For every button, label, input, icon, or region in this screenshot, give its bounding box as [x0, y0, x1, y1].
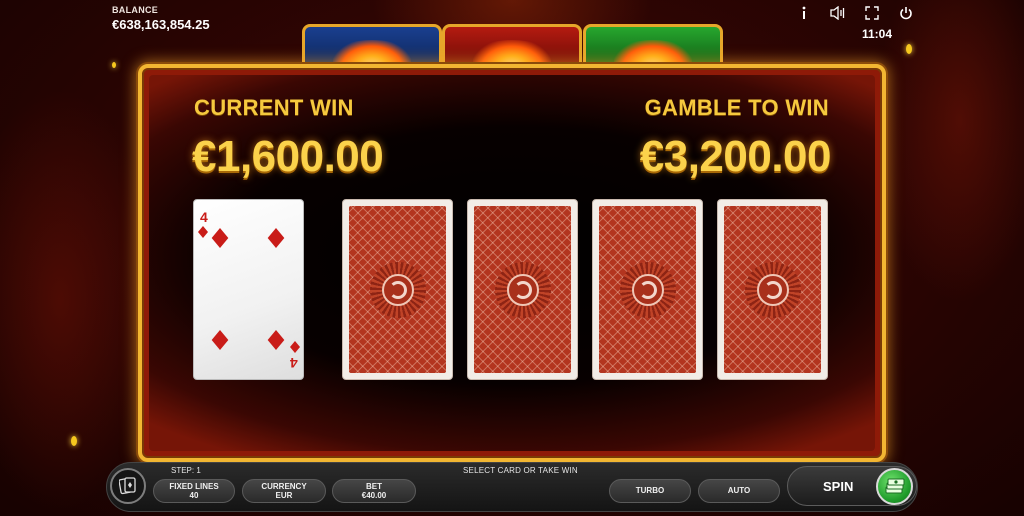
card-logo-icon — [369, 261, 426, 318]
gamble-to-win-value: €3,200.00 — [639, 132, 832, 181]
spark-particle — [112, 62, 116, 68]
spark-particle — [71, 436, 77, 446]
tab-blue-suit[interactable] — [302, 24, 442, 68]
info-icon[interactable] — [796, 5, 812, 21]
step-indicator: STEP: 1 — [171, 466, 201, 475]
fullscreen-icon[interactable] — [864, 5, 880, 21]
cards-menu-icon — [119, 477, 136, 495]
diamond-icon — [267, 330, 285, 350]
collect-win-button[interactable] — [876, 468, 913, 505]
bet-label: BET — [366, 481, 382, 491]
card-logo-icon — [619, 261, 676, 318]
turbo-button[interactable]: TURBO — [609, 479, 691, 503]
tab-red-suit[interactable] — [442, 24, 582, 68]
cash-stack-icon — [885, 478, 904, 493]
fixed-lines-value: 40 — [189, 491, 199, 500]
card-rank-top: 4 — [200, 209, 208, 225]
tab-green-suit[interactable] — [583, 24, 723, 68]
menu-button[interactable] — [110, 468, 146, 504]
balance-value: €638,163,854.25 — [112, 17, 210, 32]
current-win-value: €1,600.00 — [192, 132, 384, 181]
gamble-to-win-label: GAMBLE TO WIN — [644, 95, 829, 120]
current-win-label: CURRENT WIN — [194, 95, 354, 120]
dealer-card: 4 4 — [193, 199, 304, 380]
sound-icon[interactable] — [830, 5, 846, 21]
spark-particle — [906, 44, 912, 54]
instruction-text: SELECT CARD OR TAKE WIN — [463, 466, 578, 475]
card-back-pattern — [349, 206, 446, 373]
auto-button[interactable]: AUTO — [698, 479, 780, 503]
diamond-icon — [290, 341, 300, 353]
card-logo-icon — [494, 261, 551, 318]
diamond-icon — [267, 228, 285, 248]
fixed-lines-display: FIXED LINES 40 — [153, 479, 235, 503]
fixed-lines-label: FIXED LINES — [169, 481, 219, 491]
top-toolbar — [796, 5, 914, 21]
spin-label: SPIN — [823, 479, 854, 494]
balance-display: BALANCE €638,163,854.25 — [112, 5, 210, 32]
card-back-pattern — [599, 206, 696, 373]
face-down-card-2[interactable] — [467, 199, 578, 380]
diamond-icon — [211, 228, 229, 248]
bet-value: €40.00 — [361, 491, 387, 500]
card-rank-bottom: 4 — [290, 355, 298, 371]
turbo-label: TURBO — [635, 486, 665, 496]
card-back-pattern — [474, 206, 571, 373]
face-down-card-3[interactable] — [592, 199, 703, 380]
currency-label: CURRENCY — [261, 481, 307, 491]
card-logo-icon — [744, 261, 801, 318]
clock: 11:04 — [861, 27, 892, 41]
face-down-card-4[interactable] — [717, 199, 828, 380]
card-back-pattern — [724, 206, 821, 373]
currency-value: EUR — [275, 491, 293, 500]
auto-label: AUTO — [727, 486, 751, 496]
balance-label: BALANCE — [112, 5, 159, 15]
bet-button[interactable]: BET €40.00 — [332, 479, 416, 503]
currency-button[interactable]: CURRENCY EUR — [242, 479, 326, 503]
diamond-icon — [211, 330, 229, 350]
face-down-card-1[interactable] — [342, 199, 453, 380]
power-icon[interactable] — [898, 5, 914, 21]
diamond-icon — [198, 226, 208, 238]
